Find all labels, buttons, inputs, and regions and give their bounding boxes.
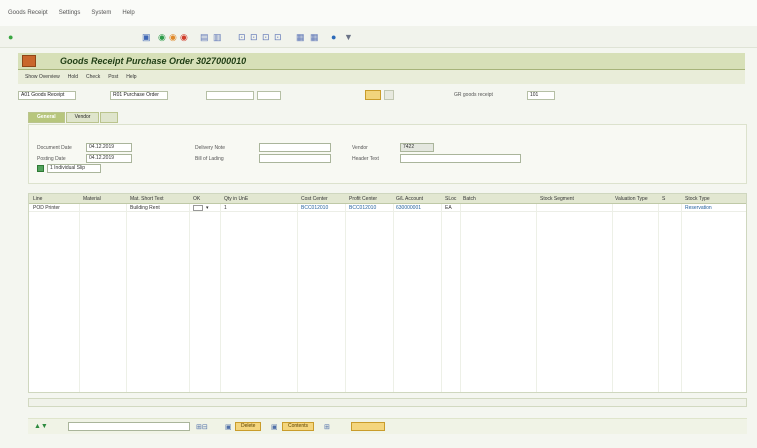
column-header-line[interactable]: Line [33, 196, 42, 202]
posting-date-label: Posting Date [37, 156, 66, 162]
column-header-s[interactable]: S [662, 196, 665, 202]
checkbox-icon[interactable] [37, 165, 44, 172]
tab-strip: General Vendor [28, 112, 119, 123]
quantity-cell[interactable]: 1 [224, 205, 227, 211]
enter-icon[interactable]: ● [8, 33, 13, 42]
shortcut-icon[interactable]: ▦ [310, 33, 319, 42]
post-button[interactable]: Post [108, 74, 118, 80]
sort-icon[interactable]: ⊞⊟ [196, 423, 208, 431]
cancel-icon[interactable]: ◉ [180, 33, 188, 42]
sloc-cell[interactable]: EA [445, 205, 452, 211]
menu-goods-receipt[interactable]: Goods Receipt [8, 10, 48, 16]
column-header-stock-segment[interactable]: Stock Segment [540, 196, 574, 202]
vendor-label: Vendor [352, 145, 368, 151]
movement-type-input[interactable]: 101 [527, 91, 555, 100]
column-header-sloc[interactable]: SLoc [445, 196, 456, 202]
contents-button[interactable]: Contents [282, 422, 315, 431]
document-date-label: Document Date [37, 145, 72, 151]
filter-button[interactable] [351, 422, 385, 431]
bill-of-lading-label: Bill of Lading [195, 156, 224, 162]
dropdown-icon[interactable]: ▾ [206, 205, 209, 211]
slip-select[interactable]: 1 Individual Slip [47, 164, 101, 173]
horizontal-scrollbar[interactable] [28, 398, 747, 407]
bill-of-lading-input[interactable] [259, 154, 331, 163]
table-header: Line Material Mat. Short Text OK Qty in … [29, 194, 746, 204]
column-header-cost-center[interactable]: Cost Center [301, 196, 328, 202]
contents-icon[interactable]: ▣ [271, 423, 278, 431]
profit-center-cell[interactable]: BCC012010 [349, 205, 376, 211]
vendor-value: 7422 [400, 143, 434, 152]
application-toolbar: Show Overview Hold Check Post Help [18, 70, 745, 84]
new-session-icon[interactable]: ▦ [296, 33, 305, 42]
posting-date-input[interactable]: 04.12.2019 [86, 154, 132, 163]
purchase-order-input[interactable] [206, 91, 254, 100]
gl-account-cell[interactable]: 630000001 [396, 205, 421, 211]
document-date-input[interactable]: 04.12.2019 [86, 143, 132, 152]
column-header-stock-type[interactable]: Stock Type [685, 196, 710, 202]
first-page-icon[interactable]: ⊡ [238, 33, 246, 42]
tab-vendor[interactable]: Vendor [65, 112, 100, 123]
menu-bar: Goods Receipt Settings System Help [0, 0, 757, 26]
movement-label: GR goods receipt [454, 92, 493, 98]
cost-center-cell[interactable]: BCC012010 [301, 205, 328, 211]
details-icon[interactable]: ▣ [225, 423, 232, 431]
help-icon[interactable]: ● [331, 33, 336, 42]
previous-page-icon[interactable]: ⊡ [250, 33, 258, 42]
delete-button[interactable]: Delete [235, 422, 262, 431]
reference-select[interactable]: R01 Purchase Order [110, 91, 168, 100]
line-cell: POD Printer [33, 205, 60, 211]
action-select[interactable]: A01 Goods Receipt [18, 91, 76, 100]
check-button[interactable]: Check [86, 74, 100, 80]
delivery-note-input[interactable] [259, 143, 331, 152]
hold-icon[interactable] [384, 90, 394, 100]
help-button[interactable]: Help [126, 74, 136, 80]
delivery-note-label: Delivery Note [195, 145, 226, 151]
column-header-batch[interactable]: Batch [463, 196, 476, 202]
last-page-icon[interactable]: ⊡ [274, 33, 282, 42]
table-row[interactable]: POD Printer Building Rent ▾ 1 BCC012010 … [29, 204, 746, 212]
header-panel: Document Date 04.12.2019 Posting Date 04… [28, 124, 747, 184]
back-icon[interactable]: ◉ [158, 33, 166, 42]
short-text-cell: Building Rent [130, 205, 160, 211]
print-icon[interactable]: ▤ [200, 33, 209, 42]
tab-extra[interactable] [100, 112, 119, 123]
tab-general[interactable]: General [28, 112, 65, 123]
column-header-gl-account[interactable]: G/L Account [396, 196, 423, 202]
header-text-label: Header Text [352, 156, 379, 162]
system-toolbar: ● ▣ ◉ ◉ ◉ ▤ ▥ ⊡ ⊡ ⊡ ⊡ ▦ ▦ ● ▼ [0, 26, 757, 68]
next-page-icon[interactable]: ⊡ [262, 33, 270, 42]
stock-type-cell[interactable]: Reservation [685, 205, 712, 211]
transaction-icon [22, 55, 36, 67]
layout-icon[interactable]: ▼ [344, 33, 353, 42]
menu-settings[interactable]: Settings [59, 10, 81, 16]
column-header-ok[interactable]: OK [193, 196, 200, 202]
column-header-qty[interactable]: Qty in UnE [224, 196, 248, 202]
column-header-valuation-type[interactable]: Valuation Type [615, 196, 648, 202]
item-input[interactable] [257, 91, 281, 100]
ok-checkbox[interactable] [193, 205, 203, 211]
footer-toolbar: ▲▼ ⊞⊟ ▣ Delete ▣ Contents ⊞ [28, 418, 747, 434]
save-icon[interactable]: ▣ [142, 33, 151, 42]
page-title: Goods Receipt Purchase Order 3027000010 [60, 56, 247, 66]
status-icon: ▲▼ [34, 423, 48, 430]
find-icon[interactable]: ▥ [213, 33, 222, 42]
menu-system[interactable]: System [91, 10, 111, 16]
exit-icon[interactable]: ◉ [169, 33, 177, 42]
item-table: Line Material Mat. Short Text OK Qty in … [28, 193, 747, 393]
hold-button[interactable]: Hold [68, 74, 78, 80]
execute-icon[interactable] [365, 90, 381, 100]
header-text-input[interactable] [400, 154, 521, 163]
selection-bar: A01 Goods Receipt R01 Purchase Order GR … [18, 86, 745, 104]
column-header-profit-center[interactable]: Profit Center [349, 196, 377, 202]
column-header-short-text[interactable]: Mat. Short Text [130, 196, 164, 202]
footer-input[interactable] [68, 422, 190, 431]
column-header-material[interactable]: Material [83, 196, 101, 202]
menu-help[interactable]: Help [122, 10, 134, 16]
title-bar: Goods Receipt Purchase Order 3027000010 [18, 53, 745, 70]
show-overview-button[interactable]: Show Overview [25, 74, 60, 80]
print-list-icon[interactable]: ⊞ [324, 423, 330, 431]
